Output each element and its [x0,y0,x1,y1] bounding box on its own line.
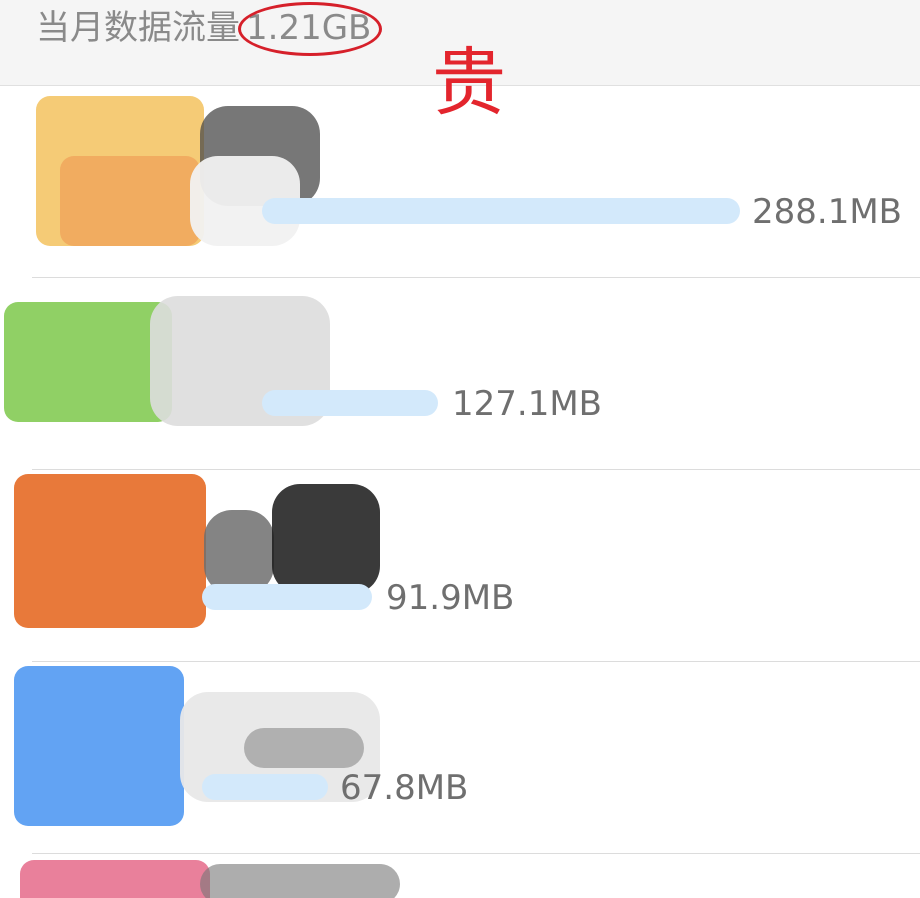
app-icon [20,860,210,898]
usage-amount: 288.1MB [752,192,902,232]
usage-bar [262,390,438,416]
app-usage-row[interactable]: 67.8MB [0,662,920,854]
app-icon-shade [60,156,200,246]
app-usage-row[interactable]: 288.1MB [0,86,920,278]
usage-amount: 127.1MB [452,384,602,424]
redaction-smudge [244,728,364,768]
redacted-app-name [272,484,380,594]
usage-amount: 91.9MB [386,578,515,618]
monthly-usage-label: 当月数据流量 [36,8,240,48]
app-icon [14,666,184,826]
redaction-smudge [204,510,274,594]
app-usage-row[interactable]: 91.9MB [0,470,920,662]
app-usage-row[interactable] [0,854,920,898]
data-usage-screen: 当月数据流量 1.21GB 贵 288.1MB 127.1MB 91.9MB 6… [0,0,920,898]
usage-amount: 67.8MB [340,768,469,808]
app-icon [4,302,172,422]
usage-bar [202,774,328,800]
usage-bar [262,198,740,224]
usage-bar [202,584,372,610]
app-usage-row[interactable]: 127.1MB [0,278,920,470]
app-icon [14,474,206,628]
redacted-app-name [200,864,400,898]
red-circle-annotation [238,2,382,56]
